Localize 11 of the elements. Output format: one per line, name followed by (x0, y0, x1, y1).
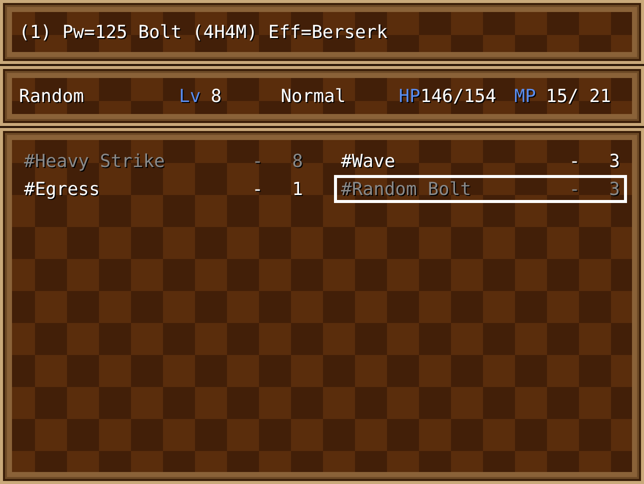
hp-label: HP (398, 86, 420, 106)
skill-item[interactable]: #Egress - 1 (17, 175, 310, 203)
level-label: Lv (179, 86, 201, 106)
mp-label: MP (514, 86, 536, 106)
character-name: Random (19, 86, 86, 106)
level-value: 8 (210, 86, 223, 106)
mp-value: 15/ 21 (546, 86, 611, 106)
skill-description: (1) Pw=125 Bolt (4H4M) Eff=Berserk (19, 22, 388, 42)
skill-item[interactable]: #Wave - 3 (334, 147, 627, 175)
condition-text: Normal (280, 86, 347, 106)
hp-value: 146/154 (420, 86, 496, 106)
